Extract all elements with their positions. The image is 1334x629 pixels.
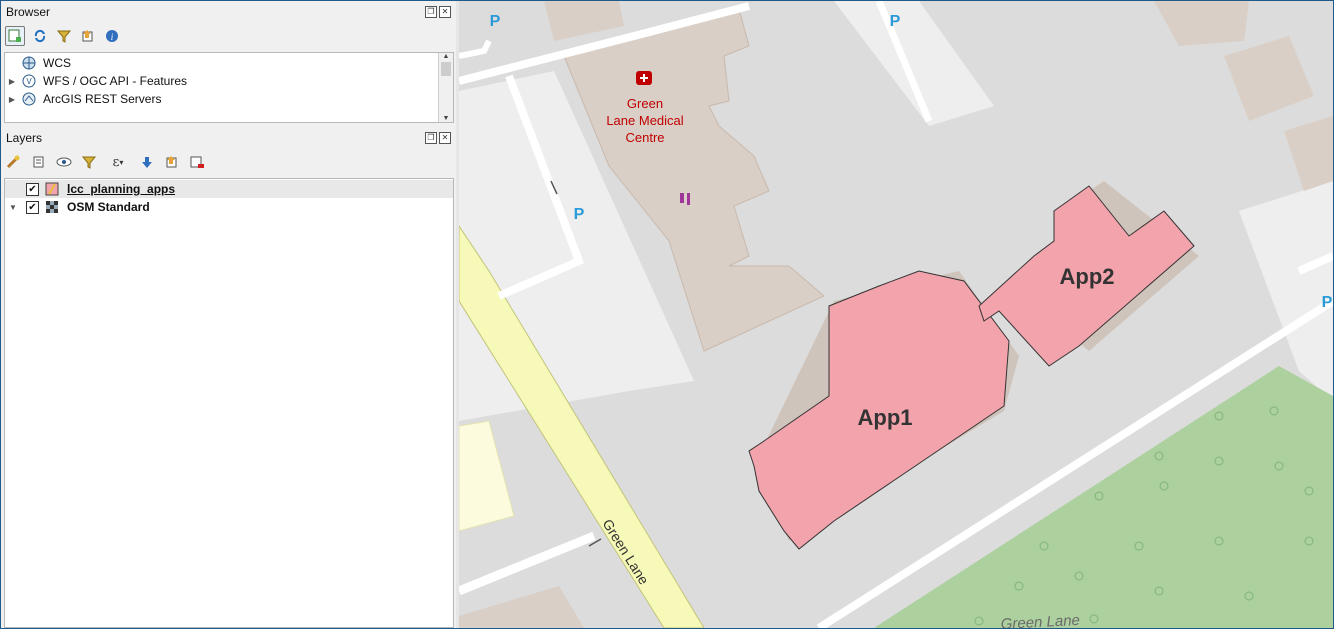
float-panel-icon[interactable]: ❐ [425, 132, 437, 144]
map-svg: Green Lane Medical Centre P P P P Green … [459, 1, 1333, 628]
chevron-down-icon[interactable]: ▼ [8, 203, 18, 212]
browser-item-arcgis[interactable]: ▶ ArcGIS REST Servers [7, 90, 162, 108]
layer-row-osm-standard[interactable]: ▼ ✔ OSM Standard [5, 198, 150, 216]
browser-toolbar: i [5, 26, 121, 46]
collapse-all-icon[interactable] [79, 27, 97, 45]
app1-label: App1 [858, 405, 913, 430]
layer-label: lcc_planning_apps [67, 182, 176, 196]
filter-expression-icon[interactable]: ε ▾ [105, 153, 131, 171]
add-group-icon[interactable] [30, 153, 48, 171]
polygon-layer-icon [45, 182, 59, 196]
layer-visibility-checkbox[interactable]: ✔ [26, 182, 39, 196]
chevron-right-icon[interactable]: ▶ [7, 77, 17, 86]
close-icon[interactable]: ✕ [439, 132, 451, 144]
parking-symbol: P [890, 13, 901, 30]
scroll-down-icon[interactable]: ▼ [439, 115, 453, 122]
building [544, 1, 624, 41]
scroll-thumb[interactable] [441, 62, 451, 76]
style-brush-icon[interactable] [5, 153, 23, 171]
parking-area [834, 1, 994, 126]
add-selected-layers-icon[interactable] [5, 26, 25, 46]
parking-area [1239, 181, 1333, 401]
building [459, 586, 584, 628]
float-panel-icon[interactable]: ❐ [425, 6, 437, 18]
collapse-all-icon[interactable] [163, 153, 181, 171]
browser-tree: WCS ▶ V WFS / OGC API - Features ▶ ArcGI… [4, 52, 454, 123]
left-dock: Browser ❐ ✕ i WCS ▶ V WFS / OGC API - Fe… [1, 1, 456, 628]
building [1154, 1, 1249, 46]
layers-tree: ✔ lcc_planning_apps ▼ ✔ OSM Standard [4, 178, 454, 628]
map-canvas[interactable]: Green Lane Medical Centre P P P P Green … [459, 1, 1333, 628]
refresh-icon[interactable] [31, 27, 49, 45]
browser-panel-title: Browser [6, 5, 51, 19]
arcgis-globe-icon [22, 92, 36, 106]
poi-label-line-2: Lane Medical [606, 113, 683, 128]
chevron-right-icon[interactable]: ▶ [7, 95, 17, 104]
area [459, 420, 515, 532]
browser-scrollbar[interactable]: ▲ ▼ [438, 53, 453, 122]
layers-panel-title: Layers [6, 131, 43, 145]
remove-layer-icon[interactable] [188, 153, 206, 171]
parking-symbol: P [1322, 294, 1333, 311]
hospital-icon [636, 71, 652, 85]
app2-label: App2 [1060, 264, 1115, 289]
layer-visibility-checkbox[interactable]: ✔ [26, 200, 39, 214]
layer-row-lcc-planning-apps[interactable]: ✔ lcc_planning_apps [5, 180, 453, 198]
layer-label: OSM Standard [67, 200, 150, 214]
browser-item-wfs[interactable]: ▶ V WFS / OGC API - Features [7, 72, 187, 90]
info-icon[interactable]: i [103, 27, 121, 45]
browser-item-label: WCS [43, 56, 71, 70]
building [1224, 36, 1314, 121]
scroll-up-icon[interactable]: ▲ [439, 53, 453, 60]
browser-item-label: WFS / OGC API - Features [43, 74, 188, 88]
expand-all-icon[interactable] [138, 153, 156, 171]
wfs-globe-icon: V [22, 74, 36, 88]
layers-toolbar: ε ▾ [5, 153, 206, 171]
poi-label-line-3: Centre [625, 130, 664, 145]
filter-icon[interactable] [55, 27, 73, 45]
close-icon[interactable]: ✕ [439, 6, 451, 18]
browser-item-label: ArcGIS REST Servers [43, 92, 162, 106]
poi-label-line-1: Green [627, 96, 663, 111]
parking-symbol: P [490, 13, 501, 30]
building [1284, 116, 1333, 191]
browser-item-wcs[interactable]: WCS [7, 54, 71, 72]
svg-text:V: V [26, 77, 32, 86]
app-window: Browser ❐ ✕ i WCS ▶ V WFS / OGC API - Fe… [0, 0, 1334, 629]
parking-symbol: P [574, 206, 585, 223]
raster-layer-icon [46, 201, 58, 213]
filter-legend-icon[interactable] [80, 153, 98, 171]
globe-icon [22, 56, 36, 70]
visibility-eye-icon[interactable] [55, 153, 73, 171]
